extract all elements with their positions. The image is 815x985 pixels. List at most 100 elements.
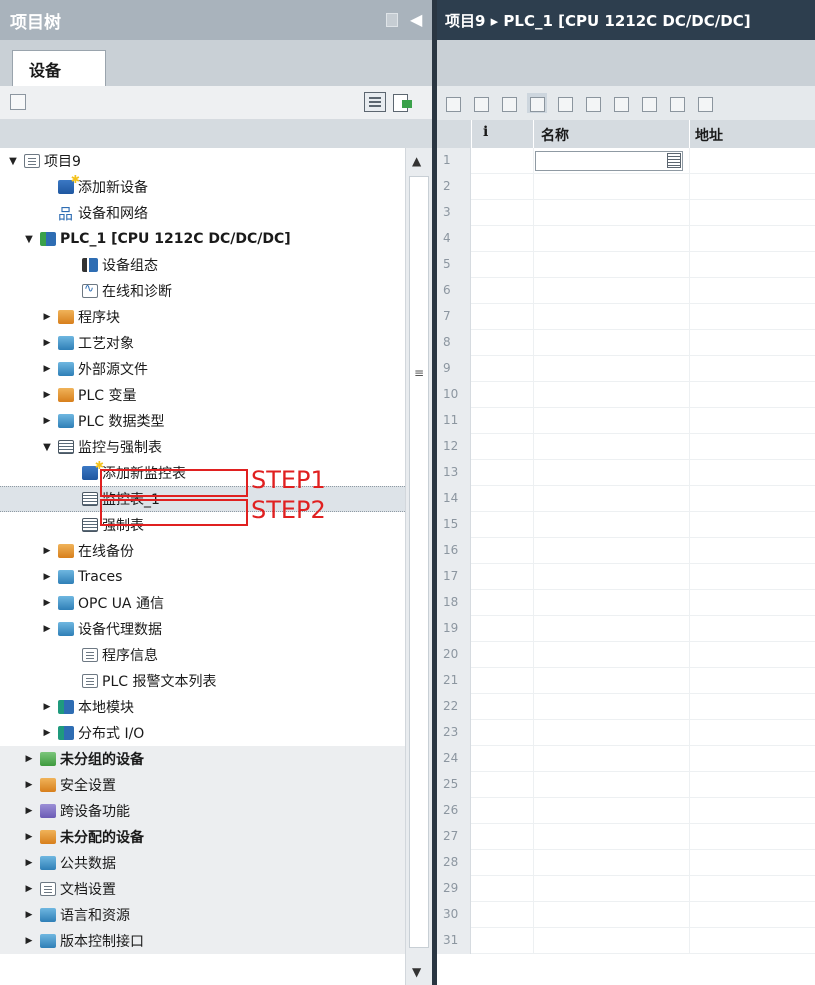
collapsed-arrow-icon[interactable]: ▶ [40, 416, 54, 426]
table-row[interactable]: 9 [437, 356, 815, 382]
tree-item[interactable]: ▶ 工艺对象 [0, 330, 405, 356]
overview-icon[interactable] [10, 94, 26, 110]
show-all-columns-icon[interactable] [695, 93, 715, 113]
table-row[interactable]: 31 [437, 928, 815, 954]
collapsed-arrow-icon[interactable]: ▶ [22, 936, 36, 946]
collapsed-arrow-icon[interactable]: ▶ [22, 910, 36, 920]
expanded-arrow-icon[interactable]: ▼ [40, 442, 54, 453]
tree-item[interactable]: ▶ 外部源文件 [0, 356, 405, 382]
tree-item[interactable]: ▶ 公共数据 [0, 850, 405, 876]
table-row[interactable]: 28 [437, 850, 815, 876]
column-address[interactable]: 地址 [695, 125, 723, 145]
collapsed-arrow-icon[interactable]: ▶ [40, 702, 54, 712]
table-row[interactable]: 15 [437, 512, 815, 538]
table-row[interactable]: 25 [437, 772, 815, 798]
tag-list-icon[interactable] [667, 153, 681, 168]
table-row[interactable]: 22 [437, 694, 815, 720]
table-row[interactable]: 10 [437, 382, 815, 408]
tree-item[interactable]: 设备组态 [0, 252, 405, 278]
monitor-icon[interactable] [527, 93, 547, 113]
tree-item[interactable]: ▼ PLC_1 [CPU 1212C DC/DC/DC] [0, 226, 405, 252]
table-row[interactable]: 29 [437, 876, 815, 902]
tree-item[interactable]: ▶ 未分配的设备 [0, 824, 405, 850]
modify-now-icon[interactable] [583, 93, 603, 113]
insert-row-icon[interactable] [443, 93, 463, 113]
collapsed-arrow-icon[interactable]: ▶ [40, 598, 54, 608]
collapsed-arrow-icon[interactable]: ▶ [40, 364, 54, 374]
table-row[interactable]: 20 [437, 642, 815, 668]
show-columns-icon[interactable] [667, 93, 687, 113]
tree-item[interactable]: ▶ PLC 变量 [0, 382, 405, 408]
collapsed-arrow-icon[interactable]: ▶ [40, 572, 54, 582]
tree-item[interactable]: ▼ 监控与强制表 [0, 434, 405, 460]
tree-item[interactable]: ▶ 语言和资源 [0, 902, 405, 928]
table-row[interactable]: 26 [437, 798, 815, 824]
table-row[interactable]: 21 [437, 668, 815, 694]
tree-item[interactable]: PLC 报警文本列表 [0, 668, 405, 694]
table-row[interactable]: 14 [437, 486, 815, 512]
table-row[interactable]: 19 [437, 616, 815, 642]
tree-item[interactable]: 设备和网络 [0, 200, 405, 226]
tree-item[interactable]: ▶ PLC 数据类型 [0, 408, 405, 434]
column-info[interactable]: i [483, 124, 488, 140]
tree-item[interactable]: ▶ 文档设置 [0, 876, 405, 902]
monitor-once-icon[interactable] [555, 93, 575, 113]
collapsed-arrow-icon[interactable]: ▶ [40, 338, 54, 348]
tree-item[interactable]: ▶ 程序块 [0, 304, 405, 330]
collapsed-arrow-icon[interactable]: ▶ [40, 312, 54, 322]
table-row[interactable]: 4 [437, 226, 815, 252]
table-row[interactable]: 1 [437, 148, 815, 174]
table-row[interactable]: 23 [437, 720, 815, 746]
tree-item[interactable]: ▶ 设备代理数据 [0, 616, 405, 642]
tree-item[interactable]: ▶ 安全设置 [0, 772, 405, 798]
scroll-thumb[interactable] [409, 176, 429, 948]
table-row[interactable]: 11 [437, 408, 815, 434]
collapsed-arrow-icon[interactable]: ▶ [22, 858, 36, 868]
expanded-arrow-icon[interactable]: ▼ [6, 156, 20, 167]
format-icon[interactable] [499, 93, 519, 113]
enable-peripheral-icon[interactable] [639, 93, 659, 113]
tree-item[interactable]: ▶ Traces [0, 564, 405, 590]
collapsed-arrow-icon[interactable]: ▶ [22, 754, 36, 764]
table-row[interactable]: 3 [437, 200, 815, 226]
tree-item[interactable]: ▶ 本地模块 [0, 694, 405, 720]
collapse-left-icon[interactable]: ◀ [410, 10, 422, 29]
tree-item[interactable]: ▶ 分布式 I/O [0, 720, 405, 746]
tree-item[interactable]: ▶ OPC UA 通信 [0, 590, 405, 616]
table-row[interactable]: 8 [437, 330, 815, 356]
table-row[interactable]: 30 [437, 902, 815, 928]
modify-trigger-icon[interactable] [611, 93, 631, 113]
tree-scrollbar[interactable]: ▲ ≡ ▼ [405, 148, 432, 985]
tree-item[interactable]: ▼ 项目9 [0, 148, 405, 174]
collapsed-arrow-icon[interactable]: ▶ [22, 832, 36, 842]
table-row[interactable]: 5 [437, 252, 815, 278]
collapsed-arrow-icon[interactable]: ▶ [40, 624, 54, 634]
tab-devices[interactable]: 设备 [12, 50, 106, 86]
collapsed-arrow-icon[interactable]: ▶ [40, 546, 54, 556]
table-row[interactable]: 7 [437, 304, 815, 330]
tree-item[interactable]: 程序信息 [0, 642, 405, 668]
tree-item[interactable]: 添加新设备 [0, 173, 405, 200]
collapsed-arrow-icon[interactable]: ▶ [22, 884, 36, 894]
column-name[interactable]: 名称 [541, 125, 569, 145]
tree-item[interactable]: 在线和诊断 [0, 278, 405, 304]
collapsed-arrow-icon[interactable]: ▶ [22, 806, 36, 816]
collapsed-arrow-icon[interactable]: ▶ [22, 780, 36, 790]
table-row[interactable]: 6 [437, 278, 815, 304]
add-row-icon[interactable] [471, 93, 491, 113]
name-input[interactable] [535, 151, 683, 171]
table-row[interactable]: 12 [437, 434, 815, 460]
tree-item[interactable]: ▶ 在线备份 [0, 538, 405, 564]
tree-item[interactable]: ▶ 跨设备功能 [0, 798, 405, 824]
table-row[interactable]: 2 [437, 174, 815, 200]
expanded-arrow-icon[interactable]: ▼ [22, 234, 36, 245]
tree-item[interactable]: ▶ 未分组的设备 [0, 746, 405, 772]
table-row[interactable]: 17 [437, 564, 815, 590]
table-row[interactable]: 18 [437, 590, 815, 616]
maximize-icon[interactable] [386, 13, 398, 27]
list-view-icon[interactable] [364, 92, 386, 112]
scroll-down-icon[interactable]: ▼ [412, 965, 421, 979]
table-row[interactable]: 16 [437, 538, 815, 564]
go-online-icon[interactable] [392, 92, 414, 112]
tree-item[interactable]: ▶ 版本控制接口 [0, 928, 405, 954]
